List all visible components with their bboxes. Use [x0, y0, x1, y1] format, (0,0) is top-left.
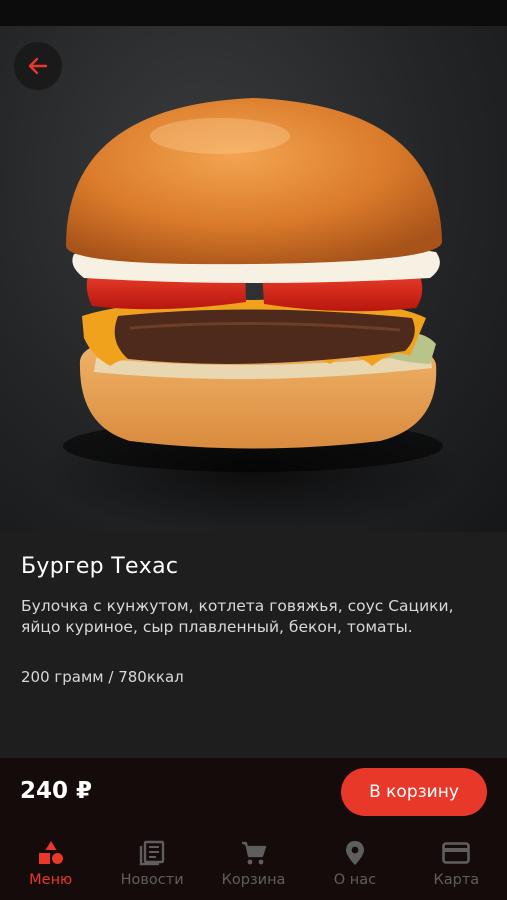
- tab-news[interactable]: Новости: [101, 830, 202, 900]
- location-pin-icon: [344, 840, 366, 866]
- tab-cart-label: Корзина: [221, 872, 286, 888]
- add-to-cart-button[interactable]: В корзину: [341, 768, 487, 816]
- card-icon: [442, 840, 471, 866]
- news-icon: [139, 840, 165, 866]
- back-button[interactable]: [14, 42, 62, 90]
- burger-image: [63, 98, 443, 472]
- tab-menu-label: Меню: [29, 872, 73, 888]
- product-weight-energy: 200 грамм / 780ккал: [21, 668, 184, 686]
- product-price: 240 ₽: [20, 778, 93, 804]
- status-bar: [0, 0, 507, 26]
- product-image: [0, 26, 507, 532]
- arrow-left-icon: [28, 57, 48, 75]
- tab-about-label: О нас: [333, 872, 377, 888]
- bottom-tab-bar: Меню Новости Корзина О нас Карта: [0, 830, 507, 900]
- price-bar: 240 ₽ В корзину: [0, 758, 507, 830]
- tab-menu[interactable]: Меню: [0, 830, 101, 900]
- product-title: Бургер Техас: [21, 554, 179, 579]
- menu-shapes-icon: [37, 840, 65, 866]
- tab-card-label: Карта: [433, 872, 480, 888]
- cart-icon: [240, 840, 268, 866]
- product-description: Булочка с кунжутом, котлета говяжья, соу…: [21, 597, 454, 636]
- tab-cart[interactable]: Корзина: [203, 830, 304, 900]
- tab-about[interactable]: О нас: [304, 830, 405, 900]
- tab-card[interactable]: Карта: [406, 830, 507, 900]
- tab-news-label: Новости: [120, 872, 184, 888]
- product-details: Бургер Техас Булочка с кунжутом, котлета…: [0, 532, 507, 758]
